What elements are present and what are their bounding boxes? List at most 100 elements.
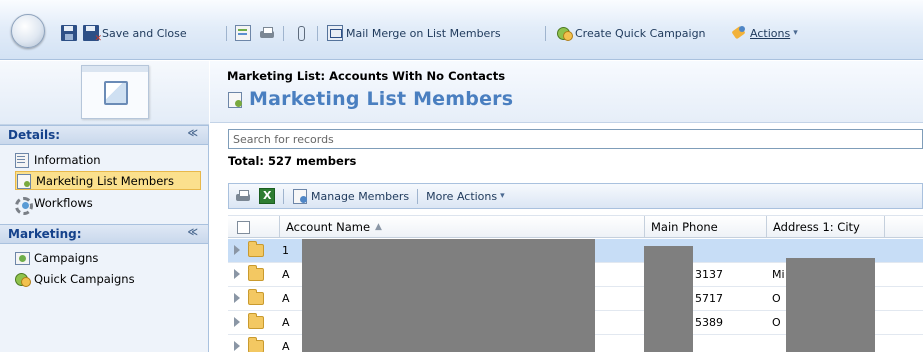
sidebar-item-label: Quick Campaigns bbox=[34, 271, 135, 286]
column-header-main-phone[interactable]: Main Phone bbox=[645, 216, 767, 238]
attach-file-button[interactable] bbox=[293, 24, 309, 42]
print-preview-button[interactable] bbox=[259, 24, 275, 42]
copy-shortcut-button[interactable] bbox=[235, 24, 251, 42]
expand-arrow-icon[interactable] bbox=[234, 245, 240, 255]
actions-menu[interactable]: Actions ▾ bbox=[731, 24, 798, 42]
create-quick-campaign-button[interactable]: Create Quick Campaign bbox=[556, 24, 706, 42]
sidebar-item-label: Information bbox=[34, 152, 101, 167]
account-name-cell[interactable]: A bbox=[282, 292, 290, 305]
main-phone-cell: 5389 bbox=[695, 316, 723, 329]
account-folder-icon bbox=[248, 337, 264, 352]
print-grid-button[interactable] bbox=[235, 186, 251, 206]
save-and-close-icon bbox=[83, 25, 102, 44]
chevron-down-icon: ▾ bbox=[793, 28, 798, 38]
sidebar-item-workflows[interactable]: Workflows bbox=[14, 193, 202, 215]
excel-icon bbox=[259, 188, 275, 204]
redaction-block bbox=[786, 258, 875, 352]
create-quick-campaign-label: Create Quick Campaign bbox=[575, 26, 706, 40]
save-button[interactable] bbox=[61, 24, 77, 42]
save-and-close-button[interactable]: Save and Close bbox=[83, 24, 187, 44]
toolbar-separator bbox=[283, 188, 284, 204]
account-folder-icon bbox=[248, 313, 264, 329]
information-icon bbox=[14, 152, 30, 168]
more-actions-menu[interactable]: More Actions ▾ bbox=[426, 186, 504, 206]
column-header-label: Main Phone bbox=[651, 220, 718, 234]
main-phone-cell: 3137 bbox=[695, 268, 723, 281]
list-members-icon bbox=[227, 91, 243, 108]
marketing-list-entity-icon bbox=[81, 65, 149, 119]
campaign-icon bbox=[14, 250, 30, 266]
manage-members-button[interactable]: Manage Members bbox=[292, 186, 409, 206]
record-header: Marketing List: Accounts With No Contact… bbox=[210, 61, 923, 123]
page-title: Marketing List Members bbox=[249, 88, 514, 110]
expand-arrow-icon[interactable] bbox=[234, 341, 240, 351]
save-and-close-label: Save and Close bbox=[102, 26, 187, 40]
chevron-down-icon: ▾ bbox=[500, 191, 505, 201]
search-input[interactable] bbox=[228, 129, 923, 149]
sidebar-item-label: Marketing List Members bbox=[36, 173, 175, 188]
account-name-cell[interactable]: A bbox=[282, 268, 290, 281]
left-navigation-pane: Details: ≪ Information Marketing List Me… bbox=[0, 61, 209, 352]
details-header-label: Details: bbox=[8, 128, 61, 142]
export-excel-button[interactable] bbox=[259, 186, 275, 206]
account-name-cell[interactable]: A bbox=[282, 316, 290, 329]
marketing-header-label: Marketing: bbox=[8, 227, 82, 241]
select-all-cell bbox=[228, 216, 280, 238]
account-folder-icon bbox=[248, 265, 264, 281]
collapse-icon[interactable]: ≪ bbox=[188, 227, 198, 238]
column-header-account-name[interactable]: Account Name ▲ bbox=[280, 216, 645, 238]
actions-label: Actions bbox=[750, 26, 791, 40]
account-folder-icon bbox=[248, 241, 264, 257]
details-section-header[interactable]: Details: ≪ bbox=[0, 125, 208, 145]
sidebar-item-label: Campaigns bbox=[34, 250, 99, 265]
account-name-cell[interactable]: 1 bbox=[282, 244, 289, 257]
sidebar-item-label: Workflows bbox=[34, 195, 93, 210]
expand-arrow-icon[interactable] bbox=[234, 293, 240, 303]
column-header-city[interactable]: Address 1: City bbox=[767, 216, 885, 238]
toolbar-separator bbox=[226, 26, 227, 41]
sidebar-item-quick-campaigns[interactable]: Quick Campaigns bbox=[14, 269, 202, 288]
grid-header: Account Name ▲ Main Phone Address 1: Cit… bbox=[228, 215, 923, 238]
manage-members-label: Manage Members bbox=[311, 189, 410, 203]
account-folder-icon bbox=[248, 289, 264, 305]
actions-icon bbox=[731, 25, 747, 41]
page-icon bbox=[235, 25, 251, 41]
toolbar-separator bbox=[283, 26, 284, 41]
print-icon bbox=[259, 25, 275, 41]
sidebar-item-campaigns[interactable]: Campaigns bbox=[14, 248, 202, 267]
mail-merge-button[interactable]: Mail Merge on List Members bbox=[327, 24, 501, 42]
crm-logo-icon[interactable] bbox=[11, 14, 45, 48]
account-name-cell[interactable]: A bbox=[282, 340, 290, 352]
city-cell: Mi bbox=[772, 268, 785, 281]
column-header-label: Address 1: City bbox=[773, 220, 860, 234]
more-actions-label: More Actions bbox=[426, 189, 498, 203]
sidebar-item-marketing-list-members[interactable]: Marketing List Members bbox=[15, 171, 201, 190]
list-members-icon bbox=[16, 173, 32, 189]
select-all-checkbox[interactable] bbox=[237, 220, 250, 234]
workflow-icon bbox=[14, 195, 33, 215]
collapse-icon[interactable]: ≪ bbox=[188, 128, 198, 139]
redaction-block bbox=[644, 246, 693, 352]
save-icon bbox=[61, 25, 77, 41]
quick-campaign-icon bbox=[556, 25, 573, 41]
print-icon bbox=[235, 188, 251, 204]
total-members-count: Total: 527 members bbox=[228, 154, 357, 168]
sidebar-item-information[interactable]: Information bbox=[14, 150, 202, 169]
city-cell: O bbox=[772, 292, 781, 305]
toolbar-separator bbox=[317, 26, 318, 41]
main-content: Marketing List: Accounts With No Contact… bbox=[210, 61, 923, 352]
manage-members-icon bbox=[292, 188, 308, 204]
paperclip-icon bbox=[293, 25, 309, 41]
column-header-label: Account Name bbox=[286, 220, 371, 234]
command-bar: Save and Close Mail Merge on List Member… bbox=[0, 0, 923, 60]
quick-campaign-icon bbox=[14, 271, 31, 287]
page-title-row: Marketing List Members bbox=[227, 88, 513, 110]
toolbar-separator bbox=[417, 188, 419, 204]
marketing-section-header[interactable]: Marketing: ≪ bbox=[0, 224, 208, 244]
expand-arrow-icon[interactable] bbox=[234, 317, 240, 327]
grid-toolbar: Manage Members More Actions ▾ bbox=[228, 183, 923, 209]
toolbar-separator bbox=[545, 26, 546, 41]
redaction-block bbox=[302, 239, 595, 352]
expand-arrow-icon[interactable] bbox=[234, 269, 240, 279]
city-cell: O bbox=[772, 316, 781, 329]
